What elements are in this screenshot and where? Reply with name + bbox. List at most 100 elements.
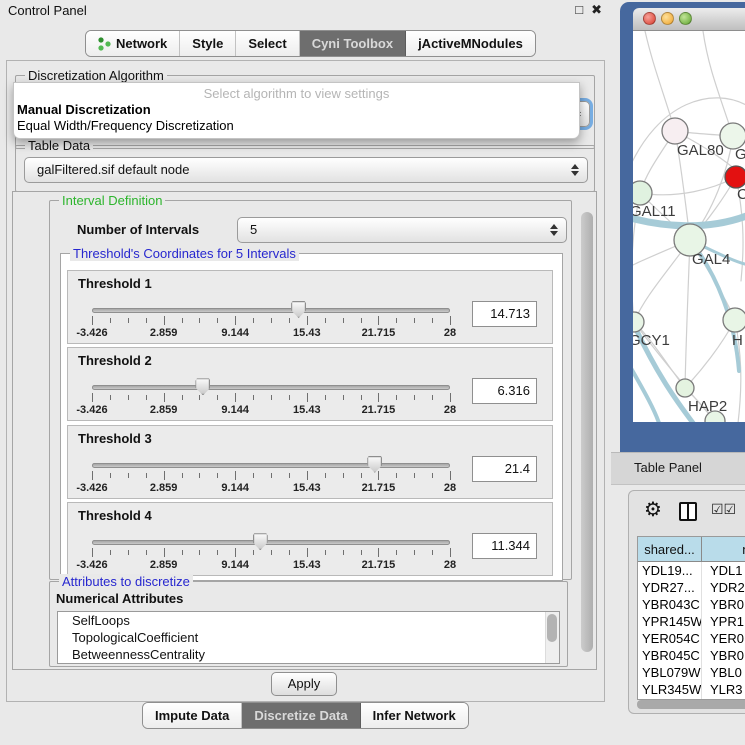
table-column-header[interactable]: shared...: [638, 537, 702, 562]
algorithm-group-title: Discretization Algorithm: [25, 68, 167, 83]
network-node-gcy1[interactable]: [633, 312, 644, 332]
tick-mark: [128, 318, 129, 323]
table-body: YDL19...YDL1YDR27...YDR2YBR043CYBR0YPR14…: [638, 562, 745, 700]
tick-label: 21.715: [348, 559, 408, 571]
tick-mark: [361, 395, 362, 400]
top-tab-bar: Network Style SelectCyni Toolbox jActiveMNo…: [85, 30, 536, 57]
network-edge[interactable]: [685, 240, 690, 388]
vertical-scrollbar[interactable]: [581, 212, 593, 652]
attribute-item-topologicalcoefficient[interactable]: TopologicalCoefficient: [58, 629, 559, 646]
node-attribute-table[interactable]: shared...na YDL19...YDL1YDR27...YDR2YBR0…: [637, 536, 745, 700]
tick-mark: [414, 318, 415, 323]
table-row[interactable]: YER054CYER0: [638, 630, 745, 647]
tick-mark: [110, 550, 111, 555]
tab-label: Style: [192, 36, 223, 51]
zoom-traffic-light-icon[interactable]: [679, 12, 692, 25]
close-traffic-light-icon[interactable]: [643, 12, 656, 25]
tab-cyni-toolbox[interactable]: Cyni Toolbox: [300, 31, 406, 56]
slider-track[interactable]: [92, 385, 450, 390]
tab-impute-data[interactable]: Impute Data: [143, 703, 242, 728]
close-icon[interactable]: ✖: [591, 2, 602, 18]
network-node-hap2[interactable]: [676, 379, 694, 397]
tick-mark: [325, 318, 326, 323]
tick-mark: [253, 473, 254, 478]
window-buttons: □ ✖: [575, 2, 602, 18]
tick-mark: [432, 550, 433, 555]
num-intervals-combo[interactable]: 5: [237, 217, 567, 243]
slider-track[interactable]: [92, 308, 450, 313]
dropdown-item-equal-width-frequency-discretization[interactable]: Equal Width/Frequency Discretization: [14, 117, 579, 133]
network-node-label: H: [732, 332, 743, 349]
table-row[interactable]: YDL19...YDL1: [638, 562, 745, 579]
tick-mark: [146, 395, 147, 400]
table-cell: YLR345W: [638, 681, 702, 698]
tick-label: 28: [420, 327, 480, 339]
tick-mark: [271, 473, 272, 478]
attribute-item-betweennesscentrality[interactable]: BetweennessCentrality: [58, 646, 559, 663]
tick-mark: [182, 318, 183, 323]
tick-mark: [396, 550, 397, 555]
checkbox-icons[interactable]: ☑☑: [711, 501, 736, 518]
threshold-value-box[interactable]: 6.316: [472, 378, 537, 404]
threshold-value-box[interactable]: 14.713: [472, 301, 537, 327]
thresholds-group-title: Threshold's Coordinates for 5 Intervals: [70, 246, 299, 261]
float-icon[interactable]: □: [575, 2, 583, 18]
table-column-header[interactable]: na: [702, 537, 745, 562]
table-row[interactable]: YBR043CYBR0: [638, 596, 745, 613]
network-window-titlebar[interactable]: [633, 8, 745, 31]
tick-mark: [253, 318, 254, 323]
tick-mark: [182, 395, 183, 400]
minimize-traffic-light-icon[interactable]: [661, 12, 674, 25]
tab-discretize-data[interactable]: Discretize Data: [242, 703, 360, 728]
tick-mark: [217, 395, 218, 400]
table-row[interactable]: YBL079WYBL0: [638, 664, 745, 681]
tab-jactivemnodules[interactable]: jActiveMNodules: [406, 31, 535, 56]
network-node-c[interactable]: [725, 166, 745, 188]
network-canvas[interactable]: GAL80GCGAL11GAL4GCY1HHAP2: [633, 31, 745, 422]
table-data-group-title: Table Data: [25, 138, 93, 153]
network-edge[interactable]: [685, 320, 735, 388]
threshold-label: Threshold 1: [78, 276, 152, 291]
threshold-label: Threshold 4: [78, 508, 152, 523]
tick-mark: [128, 550, 129, 555]
tick-mark: [182, 550, 183, 555]
table-cell: YDR27...: [638, 579, 702, 596]
tab-label: Impute Data: [155, 708, 229, 723]
network-node-gal80[interactable]: [662, 118, 688, 144]
network-node-h[interactable]: [723, 308, 745, 332]
gear-icon[interactable]: ⚙: [644, 497, 662, 522]
stepper-icon: [550, 224, 559, 236]
tick-mark: [325, 395, 326, 400]
threshold-value-box[interactable]: 11.344: [472, 533, 537, 559]
network-edge[interactable]: [703, 31, 733, 136]
table-panel-window: ⚙ ☑☑ shared...na YDL19...YDL1YDR27...YDR…: [628, 490, 745, 714]
list-scrollbar[interactable]: [545, 612, 559, 663]
split-columns-icon[interactable]: [679, 502, 697, 521]
tick-label: 15.43: [277, 327, 337, 339]
table-row[interactable]: YDR27...YDR2: [638, 579, 745, 596]
algorithm-dropdown-popup: Select algorithm to view settings Manual…: [13, 82, 580, 139]
tab-infer-network[interactable]: Infer Network: [361, 703, 468, 728]
network-node-gal11[interactable]: [633, 181, 652, 205]
tick-label: 2.859: [134, 482, 194, 494]
network-edge[interactable]: [645, 31, 675, 131]
network-edge[interactable]: [640, 177, 736, 195]
tab-select[interactable]: Select: [236, 31, 299, 56]
tick-mark: [92, 471, 93, 480]
apply-button[interactable]: Apply: [271, 672, 337, 696]
tab-network[interactable]: Network: [86, 31, 180, 56]
attribute-item-selfloops[interactable]: SelfLoops: [58, 612, 559, 629]
tick-mark: [110, 318, 111, 323]
threshold-value-box[interactable]: 21.4: [472, 456, 537, 482]
horizontal-scrollbar[interactable]: [637, 700, 745, 709]
slider-track[interactable]: [92, 540, 450, 545]
table-row[interactable]: YLR345WYLR3: [638, 681, 745, 698]
table-row[interactable]: YPR145WYPR1: [638, 613, 745, 630]
slider-track[interactable]: [92, 463, 450, 468]
table-data-combo[interactable]: galFiltered.sif default node: [24, 157, 588, 183]
tab-label: jActiveMNodules: [418, 36, 523, 51]
dropdown-item-manual-discretization[interactable]: Manual Discretization: [14, 101, 579, 117]
tab-style[interactable]: Style: [180, 31, 236, 56]
numerical-attributes-list[interactable]: SelfLoopsTopologicalCoefficientBetweenne…: [57, 611, 560, 664]
table-row[interactable]: YBR045CYBR0: [638, 647, 745, 664]
